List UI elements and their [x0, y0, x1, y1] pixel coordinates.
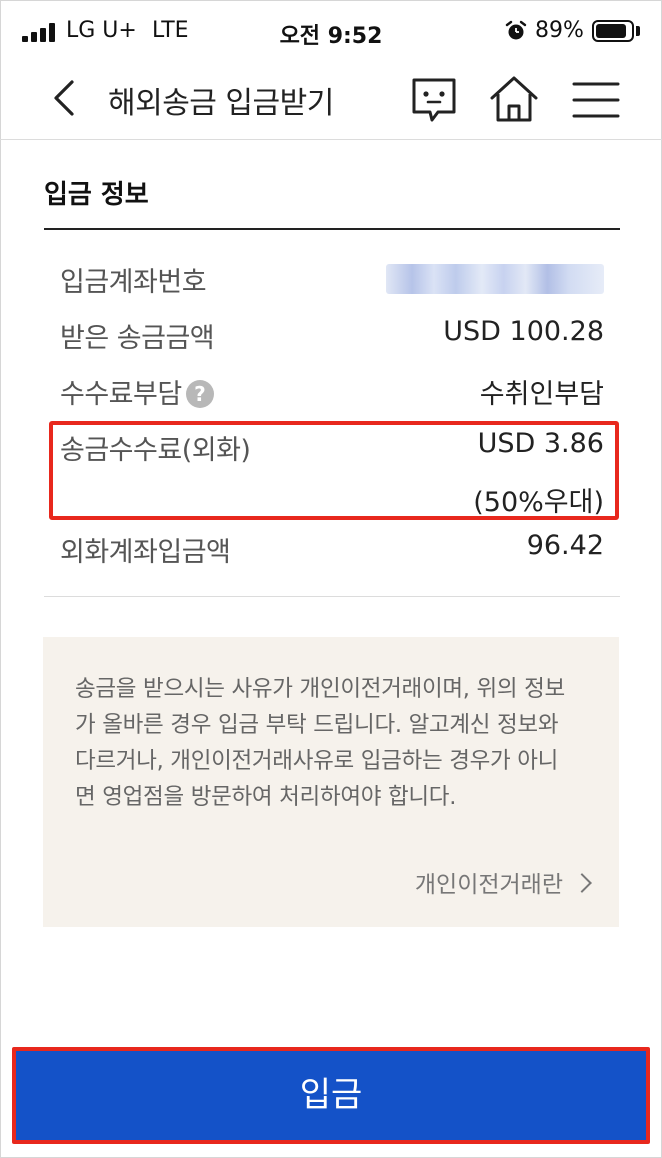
section-divider [44, 228, 620, 230]
account-number-masked [386, 264, 604, 294]
info-row-fee-bearer: 수수료부담? 수취인부담 [60, 372, 604, 412]
fee-bearer-label: 수수료부담 [60, 379, 182, 410]
fee-bearer-label-wrap: 수수료부담? [60, 372, 214, 411]
info-divider [44, 596, 620, 597]
battery-percent: 89% [535, 18, 584, 43]
battery-tip [636, 26, 640, 36]
received-value: USD 100.28 [443, 316, 604, 347]
chevron-right-icon [572, 873, 592, 893]
personal-transfer-link-label: 개인이전거래란 [414, 872, 563, 898]
deposit-amount-value: 96.42 [526, 530, 604, 561]
help-icon[interactable]: ? [185, 380, 214, 408]
notice-text: 송금을 받으시는 사유가 개인이전거래이며, 위의 정보가 올바른 경우 입금 … [75, 676, 565, 810]
section-title: 입금 정보 [44, 180, 149, 210]
chat-icon[interactable] [408, 74, 460, 126]
notice-box: 송금을 받으시는 사유가 개인이전거래이며, 위의 정보가 올바른 경우 입금 … [43, 637, 619, 927]
fee-highlight-box [49, 421, 619, 520]
alarm-icon [505, 20, 527, 40]
menu-icon[interactable] [570, 74, 622, 126]
back-icon[interactable] [44, 76, 84, 120]
personal-transfer-link[interactable]: 개인이전거래란 [414, 865, 592, 899]
app-header: 해외송금 입금받기 [0, 62, 662, 140]
deposit-button[interactable]: 입금 [12, 1047, 650, 1144]
received-label: 받은 송금금액 [60, 323, 215, 354]
info-row-received: 받은 송금금액 USD 100.28 [60, 316, 604, 356]
deposit-amount-label: 외화계좌입금액 [60, 537, 231, 568]
account-label: 입금계좌번호 [60, 267, 207, 298]
info-row-account: 입금계좌번호 [60, 260, 604, 300]
info-row-deposit-amount: 외화계좌입금액 96.42 [60, 530, 604, 570]
status-bar: LG U+ LTE 오전 9:52 89% [0, 0, 662, 62]
fee-bearer-value: 수취인부담 [479, 379, 604, 410]
page-title: 해외송금 입금받기 [108, 86, 334, 121]
home-icon[interactable] [488, 74, 540, 126]
battery-icon [592, 20, 634, 42]
